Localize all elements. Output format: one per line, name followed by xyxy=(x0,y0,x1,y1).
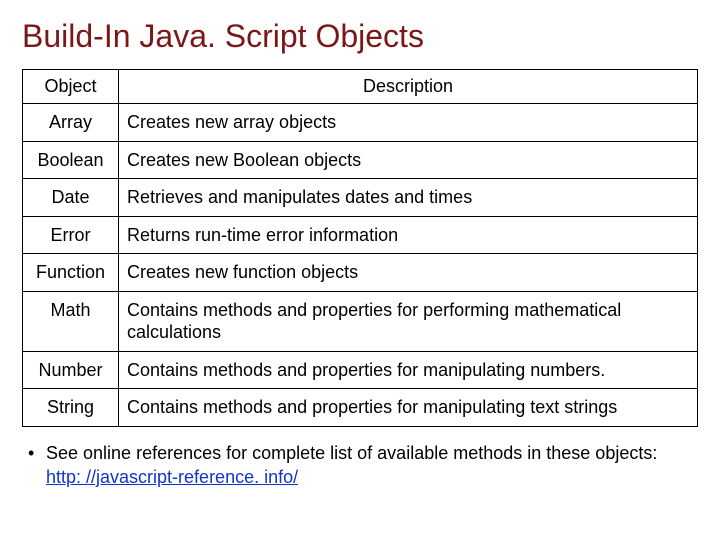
page-title: Build-In Java. Script Objects xyxy=(22,18,698,55)
bullet-icon: • xyxy=(28,441,46,490)
cell-object: Boolean xyxy=(23,141,119,179)
cell-description: Creates new function objects xyxy=(119,254,698,292)
cell-object: Date xyxy=(23,179,119,217)
cell-object: Number xyxy=(23,351,119,389)
cell-object: Math xyxy=(23,291,119,351)
objects-table: Object Description Array Creates new arr… xyxy=(22,69,698,427)
table-row: String Contains methods and properties f… xyxy=(23,389,698,427)
cell-object: Function xyxy=(23,254,119,292)
table-row: Number Contains methods and properties f… xyxy=(23,351,698,389)
table-row: Error Returns run-time error information xyxy=(23,216,698,254)
table-row: Boolean Creates new Boolean objects xyxy=(23,141,698,179)
cell-description: Returns run-time error information xyxy=(119,216,698,254)
footnote-text: See online references for complete list … xyxy=(46,443,657,463)
table-row: Array Creates new array objects xyxy=(23,104,698,142)
cell-description: Creates new array objects xyxy=(119,104,698,142)
col-header-description: Description xyxy=(119,70,698,104)
cell-description: Creates new Boolean objects xyxy=(119,141,698,179)
footnote-text-wrap: See online references for complete list … xyxy=(46,441,692,490)
cell-description: Contains methods and properties for mani… xyxy=(119,389,698,427)
cell-description: Contains methods and properties for perf… xyxy=(119,291,698,351)
table-row: Math Contains methods and properties for… xyxy=(23,291,698,351)
footnote: • See online references for complete lis… xyxy=(28,441,692,490)
cell-object: Array xyxy=(23,104,119,142)
table-header-row: Object Description xyxy=(23,70,698,104)
cell-description: Contains methods and properties for mani… xyxy=(119,351,698,389)
col-header-object: Object xyxy=(23,70,119,104)
table-row: Function Creates new function objects xyxy=(23,254,698,292)
cell-object: String xyxy=(23,389,119,427)
cell-object: Error xyxy=(23,216,119,254)
table-row: Date Retrieves and manipulates dates and… xyxy=(23,179,698,217)
reference-link[interactable]: http: //javascript-reference. info/ xyxy=(46,467,298,487)
cell-description: Retrieves and manipulates dates and time… xyxy=(119,179,698,217)
